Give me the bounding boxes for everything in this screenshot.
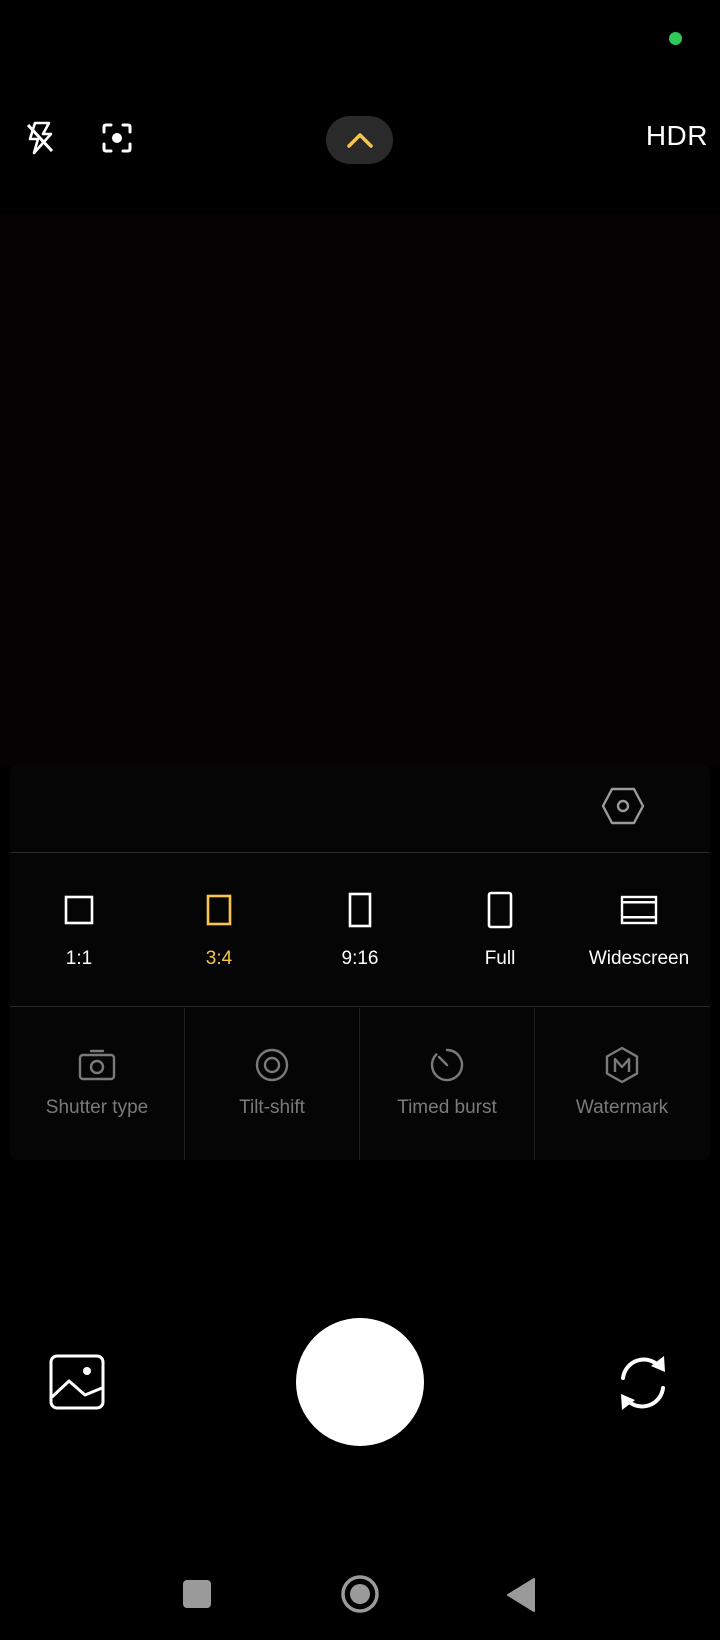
option-watermark[interactable]: Watermark — [535, 1008, 709, 1160]
tilt-shift-icon — [255, 1048, 289, 1082]
widescreen-icon — [620, 895, 658, 925]
square-icon — [64, 895, 94, 925]
switch-camera-icon[interactable] — [611, 1350, 675, 1416]
option-shutter-type[interactable]: Shutter type — [10, 1008, 184, 1160]
flash-off-icon[interactable] — [22, 118, 58, 158]
ratio-label: 9:16 — [341, 948, 379, 969]
panel-divider — [10, 1006, 710, 1007]
tall-rect-icon — [348, 892, 372, 928]
option-tilt-shift[interactable]: Tilt-shift — [185, 1008, 359, 1160]
home-icon[interactable] — [340, 1574, 380, 1614]
option-label: Shutter type — [45, 1097, 149, 1118]
ratio-3-4[interactable]: 3:4 — [149, 885, 289, 990]
option-label: Timed burst — [397, 1097, 497, 1118]
ratio-label: 1:1 — [65, 948, 93, 969]
ratio-widescreen[interactable]: Widescreen — [569, 885, 709, 990]
focus-frame-icon[interactable] — [99, 120, 135, 156]
ratio-1-1[interactable]: 1:1 — [9, 885, 149, 990]
back-icon[interactable] — [506, 1577, 536, 1613]
camera-viewfinder[interactable] — [0, 215, 720, 765]
portrait-rect-icon — [206, 894, 232, 926]
gallery-icon[interactable] — [47, 1352, 107, 1412]
camera-icon — [78, 1049, 116, 1081]
watermark-icon — [605, 1046, 639, 1084]
panel-divider — [10, 852, 710, 853]
option-timed-burst[interactable]: Timed burst — [360, 1008, 534, 1160]
timer-icon — [430, 1048, 464, 1082]
ratio-9-16[interactable]: 9:16 — [290, 885, 430, 990]
hdr-toggle[interactable]: HDR — [646, 120, 708, 152]
option-label: Watermark — [575, 1097, 669, 1118]
option-label: Tilt-shift — [239, 1097, 305, 1118]
ratio-label: Full — [484, 948, 516, 969]
shutter-button[interactable] — [296, 1318, 424, 1446]
ratio-full[interactable]: Full — [430, 885, 570, 990]
chevron-up-icon — [346, 133, 373, 148]
recents-icon[interactable] — [183, 1580, 211, 1608]
hexagon-settings-icon[interactable] — [600, 786, 646, 826]
camera-in-use-indicator — [669, 32, 682, 45]
full-rect-icon — [487, 891, 513, 929]
expand-settings-button[interactable] — [326, 116, 393, 164]
ratio-label: Widescreen — [588, 948, 690, 969]
ratio-label: 3:4 — [205, 948, 233, 969]
